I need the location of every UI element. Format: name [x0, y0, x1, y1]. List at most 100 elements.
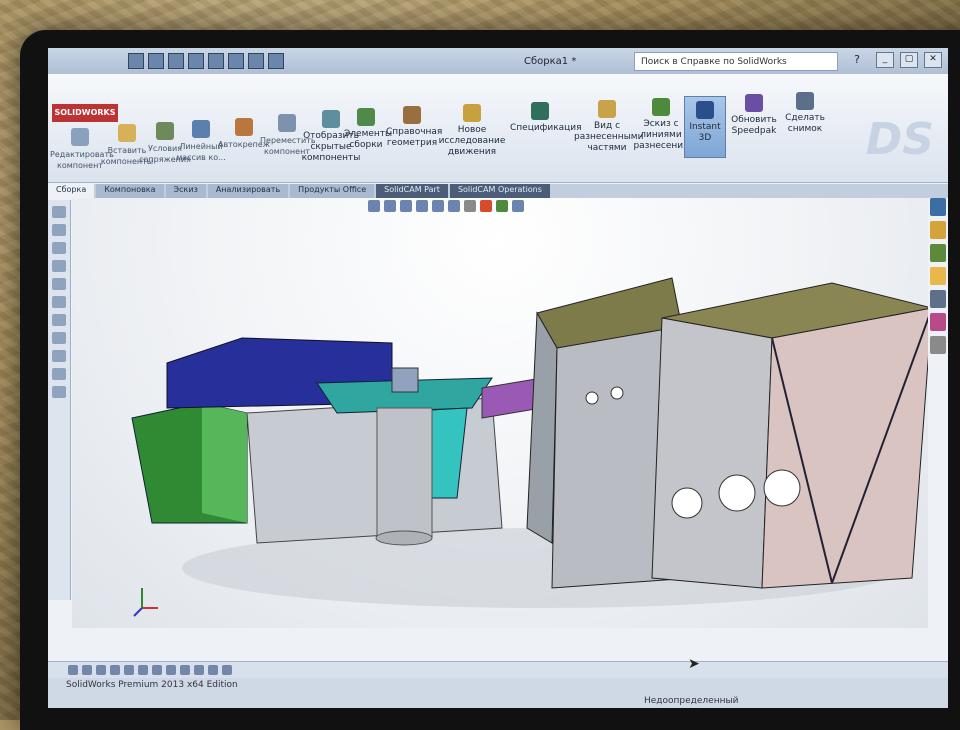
tab-layout[interactable]: Компоновка	[96, 184, 164, 198]
show-hidden-icon	[322, 110, 340, 128]
assembly-model[interactable]	[72, 198, 933, 628]
select-icon[interactable]	[228, 53, 244, 69]
section-view-icon[interactable]	[416, 200, 428, 212]
view-palette-icon[interactable]	[930, 267, 946, 285]
design-library-icon[interactable]	[930, 221, 946, 239]
tree-item-icon[interactable]	[52, 386, 66, 398]
cylinder-cap[interactable]	[391, 367, 419, 393]
instant-3d-icon	[696, 101, 714, 119]
mouse-cursor-icon: ➤	[688, 656, 700, 672]
save-icon[interactable]	[168, 53, 184, 69]
mate-icon	[156, 122, 174, 140]
cylinder-part[interactable]	[376, 407, 433, 539]
status-icon[interactable]	[124, 665, 134, 675]
status-bar: SolidWorks Premium 2013 x64 Edition Недо…	[48, 678, 948, 708]
zoom-to-fit-icon[interactable]	[368, 200, 380, 212]
close-icon[interactable]: ✕	[924, 52, 942, 68]
tab-office-products[interactable]: Продукты Office	[290, 184, 375, 198]
dim-xpert-icon[interactable]	[52, 260, 66, 272]
display-style-icon[interactable]	[448, 200, 460, 212]
tree-item-icon[interactable]	[52, 296, 66, 308]
appearances-icon[interactable]	[930, 290, 946, 308]
scene-icon[interactable]	[496, 200, 508, 212]
explode-line-sketch-label: Эскиз с линиями разнесения	[633, 119, 689, 151]
solidworks-resources-icon[interactable]	[930, 198, 946, 216]
tree-item-icon[interactable]	[52, 350, 66, 362]
tab-solidcam-part[interactable]: SolidCAM Part	[376, 184, 448, 198]
window-controls: _ ▢ ✕	[876, 52, 942, 68]
status-icon[interactable]	[96, 665, 106, 675]
view-orientation-icon[interactable]	[432, 200, 444, 212]
tab-assembly[interactable]: Сборка	[48, 184, 95, 198]
status-toolbar	[48, 661, 948, 678]
bill-of-materials-button[interactable]: Спецификация	[510, 102, 582, 134]
restore-icon[interactable]: ▢	[900, 52, 918, 68]
new-motion-study-button[interactable]: Новое исследование движения	[438, 104, 506, 158]
file-explorer-icon[interactable]	[930, 244, 946, 262]
appearance-icon[interactable]	[480, 200, 492, 212]
tab-solidcam-operations[interactable]: SolidCAM Operations	[449, 184, 550, 198]
rebuild-icon[interactable]	[248, 53, 264, 69]
linear-pattern-icon	[192, 120, 210, 138]
instant-3d-button[interactable]: Instant 3D	[684, 96, 726, 158]
solidworks-logo: SOLIDWORKS	[52, 104, 118, 122]
snapshot-icon	[796, 92, 814, 110]
help-search-input[interactable]: Поиск в Справке по SolidWorks	[634, 52, 838, 71]
status-icon[interactable]	[68, 665, 78, 675]
configuration-manager-icon[interactable]	[52, 242, 66, 254]
heads-up-view-toolbar	[368, 200, 524, 212]
forum-icon[interactable]	[930, 336, 946, 354]
new-icon[interactable]	[128, 53, 144, 69]
snapshot-label: Сделать снимок	[785, 113, 825, 134]
status-icon[interactable]	[180, 665, 190, 675]
custom-properties-icon[interactable]	[930, 313, 946, 331]
status-icon[interactable]	[194, 665, 204, 675]
feature-tree-icon[interactable]	[52, 206, 66, 218]
options-icon[interactable]	[268, 53, 284, 69]
definition-status: Недоопределенный	[644, 696, 739, 706]
status-icon[interactable]	[166, 665, 176, 675]
take-snapshot-button[interactable]: Сделать снимок	[778, 92, 832, 135]
property-manager-icon[interactable]	[52, 224, 66, 236]
graphics-area[interactable]	[72, 198, 933, 628]
reference-geometry-button[interactable]: Справочная геометрия	[386, 106, 442, 149]
gray-side-plate[interactable]	[526, 311, 558, 544]
undo-icon[interactable]	[208, 53, 224, 69]
reference-geometry-label: Справочная геометрия	[386, 127, 443, 148]
status-icon[interactable]	[138, 665, 148, 675]
hole	[718, 474, 756, 512]
print-icon[interactable]	[188, 53, 204, 69]
tab-sketch[interactable]: Эскиз	[165, 184, 206, 198]
status-icon[interactable]	[82, 665, 92, 675]
update-speedpak-button[interactable]: Обновить Speedpak	[726, 94, 782, 137]
display-manager-icon[interactable]	[52, 278, 66, 290]
hide-show-icon[interactable]	[464, 200, 476, 212]
hole	[610, 386, 624, 400]
assembly-features-button[interactable]: Элементы сборки	[344, 108, 392, 151]
status-icon[interactable]	[208, 665, 218, 675]
insert-components-icon	[118, 124, 136, 142]
status-icon[interactable]	[110, 665, 120, 675]
green-box-inner	[202, 403, 247, 523]
open-icon[interactable]	[148, 53, 164, 69]
previous-view-icon[interactable]	[400, 200, 412, 212]
tree-item-icon[interactable]	[52, 332, 66, 344]
speedpak-label: Обновить Speedpak	[731, 115, 777, 136]
help-icon[interactable]: ?	[854, 53, 860, 66]
minimize-icon[interactable]: _	[876, 52, 894, 68]
edit-component-icon	[71, 128, 89, 146]
zoom-area-icon[interactable]	[384, 200, 396, 212]
tree-item-icon[interactable]	[52, 314, 66, 326]
status-icon[interactable]	[152, 665, 162, 675]
assembly-features-icon	[357, 108, 375, 126]
gray-front-plate[interactable]	[651, 317, 773, 589]
tree-item-icon[interactable]	[52, 368, 66, 380]
exploded-view-icon	[598, 100, 616, 118]
quick-access-toolbar	[128, 53, 284, 69]
solidworks-window: Сборка1 * Поиск в Справке по SolidWorks …	[48, 48, 948, 708]
bill-of-materials-icon	[531, 102, 549, 120]
view-settings-icon[interactable]	[512, 200, 524, 212]
version-text: SolidWorks Premium 2013 x64 Edition	[66, 680, 238, 690]
status-icon[interactable]	[222, 665, 232, 675]
tab-evaluate[interactable]: Анализировать	[207, 184, 289, 198]
